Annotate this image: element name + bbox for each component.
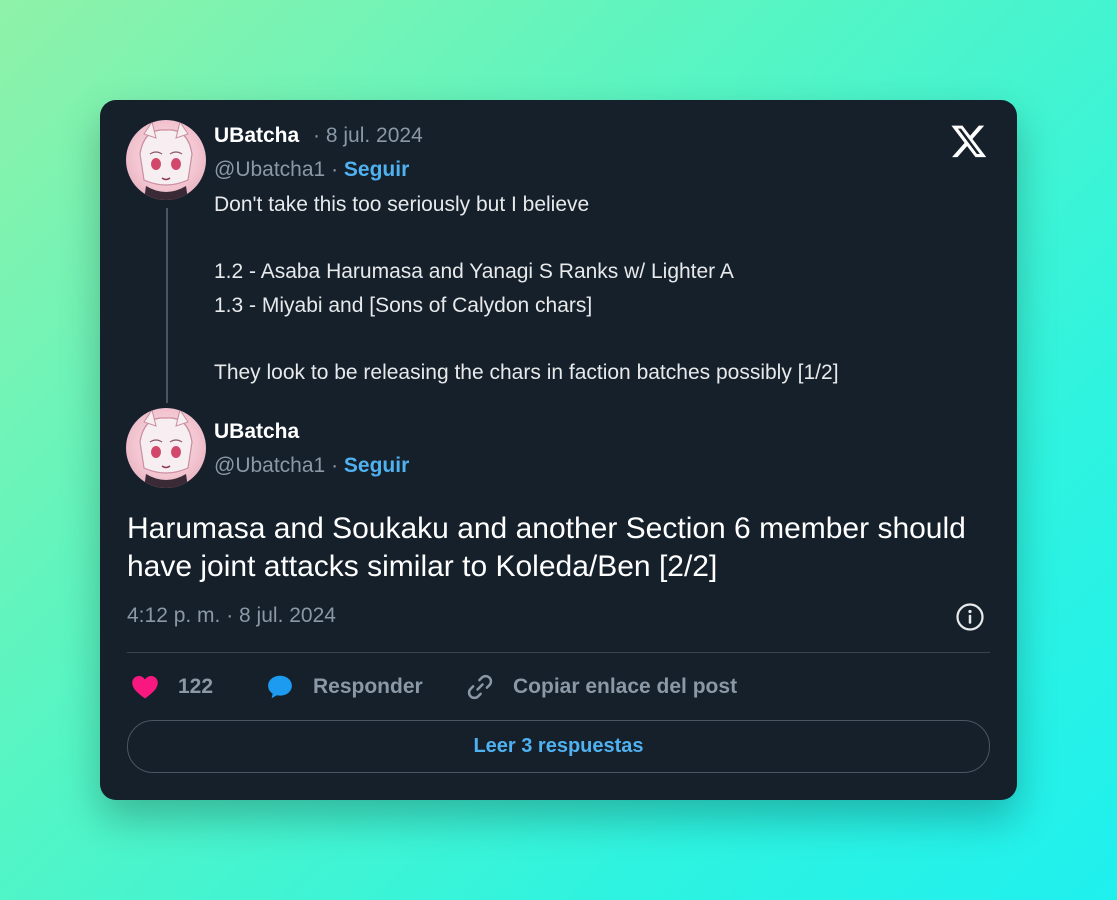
info-icon[interactable] [955, 602, 985, 632]
post-text-line: Don't take this too seriously but I beli… [214, 193, 590, 216]
author-name[interactable]: UBatcha [214, 420, 299, 444]
avatar-illustration [139, 120, 193, 200]
separator-dot: · [331, 158, 339, 181]
post-text-line: 1.2 - Asaba Harumasa and Yanagi S Ranks … [214, 260, 734, 283]
reply-button[interactable]: Responder [265, 672, 423, 702]
author-avatar[interactable] [126, 120, 206, 200]
main-post-text: Harumasa and Soukaku and another Section… [127, 512, 966, 583]
divider [127, 652, 990, 653]
separator-dot: · [313, 124, 320, 147]
follow-button[interactable]: Seguir [344, 158, 409, 181]
post-text-spacer [214, 322, 994, 356]
author-name[interactable]: UBatcha [214, 124, 299, 148]
x-logo-icon[interactable] [950, 122, 988, 160]
copy-link-button[interactable]: Copiar enlace del post [465, 672, 737, 702]
link-icon [467, 674, 493, 700]
read-replies-label: Leer 3 respuestas [473, 735, 644, 757]
post-text: Don't take this too seriously but I beli… [214, 188, 994, 389]
author-avatar[interactable] [126, 408, 206, 488]
author-handle[interactable]: @Ubatcha1 [214, 158, 325, 181]
like-count: 122 [178, 675, 214, 698]
post-text-line: 1.3 - Miyabi and [Sons of Calydon chars] [214, 293, 593, 317]
follow-button[interactable]: Seguir [344, 454, 409, 477]
reply-label: Responder [313, 675, 423, 698]
author-handle[interactable]: @Ubatcha1 [214, 454, 325, 477]
like-button[interactable]: 122 [130, 672, 213, 702]
copy-link-label: Copiar enlace del post [513, 675, 738, 698]
avatar-illustration [139, 408, 193, 488]
post-timestamp[interactable]: 4:12 p. m. · 8 jul. 2024 [127, 604, 336, 628]
post-date[interactable]: 8 jul. 2024 [326, 124, 423, 147]
embedded-post-card: UBatcha · 8 jul. 2024 @Ubatcha1 · Seguir… [100, 100, 1017, 800]
post-text-spacer [214, 222, 994, 256]
thread-connector-line [166, 208, 168, 403]
separator-dot: · [331, 454, 339, 477]
speech-bubble-icon [268, 675, 292, 699]
post-text-line: They look to be releasing the chars in f… [214, 360, 839, 384]
heart-icon [132, 676, 158, 699]
read-replies-button[interactable]: Leer 3 respuestas [127, 720, 990, 773]
